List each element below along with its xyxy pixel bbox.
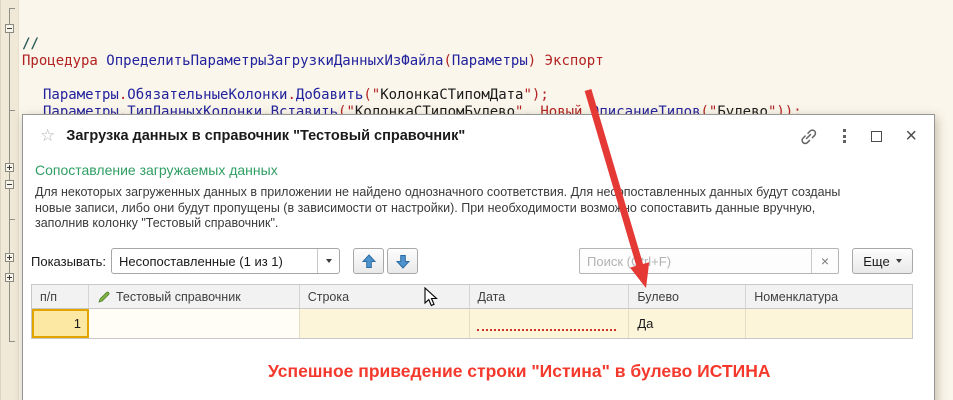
dialog-titlebar: ☆ Загрузка данных в справочник "Тестовый… [23, 115, 934, 157]
close-icon[interactable]: × [905, 129, 917, 143]
fold-collapse-icon[interactable] [5, 24, 14, 33]
empty-value-marker [477, 329, 617, 331]
mapping-table: п/п Тестовый справочник Строка Дата Буле… [31, 284, 913, 339]
maximize-icon[interactable] [871, 131, 882, 142]
show-label: Показывать: [31, 254, 106, 269]
fold-tick-icon [10, 8, 15, 9]
fold-expand-icon[interactable] [5, 253, 14, 262]
cell-data[interactable] [470, 309, 630, 338]
fold-tick-icon [10, 219, 15, 220]
cell-testref[interactable] [89, 309, 300, 338]
cell-nomenklatura[interactable] [746, 309, 912, 338]
search-box: × [579, 248, 839, 274]
fold-collapse-icon[interactable] [5, 180, 14, 189]
fold-expand-icon[interactable] [5, 163, 14, 172]
col-header-stroka[interactable]: Строка [300, 285, 470, 309]
fold-tick-icon [10, 110, 15, 111]
arrow-up-icon [362, 254, 376, 269]
move-up-button[interactable] [353, 248, 384, 274]
col-header-data[interactable]: Дата [470, 285, 630, 309]
more-button[interactable]: Еще [852, 248, 913, 274]
filter-value: Несопоставленные (1 из 1) [112, 254, 317, 269]
fold-line [9, 8, 10, 342]
cell-num[interactable]: 1 [32, 309, 89, 338]
description-line: Для некоторых загруженных данных в прило… [35, 185, 840, 201]
dropdown-arrow-icon[interactable] [317, 249, 339, 273]
data-load-dialog: ☆ Загрузка данных в справочник "Тестовый… [22, 114, 935, 400]
description-text: Для некоторых загруженных данных в прило… [35, 185, 840, 232]
more-button-label: Еще [863, 254, 889, 269]
dialog-title: Загрузка данных в справочник "Тестовый с… [66, 128, 465, 144]
col-header-nomenklatura[interactable]: Номенклатура [746, 285, 912, 309]
fold-expand-icon[interactable] [5, 273, 14, 282]
pencil-icon [97, 290, 111, 304]
fold-tick-icon [10, 341, 15, 342]
description-line: новые записи, либо они будут пропущены (… [35, 201, 840, 217]
toolbar: Показывать: Несопоставленные (1 из 1) × … [23, 248, 934, 276]
favorite-star-icon[interactable]: ☆ [40, 126, 55, 146]
table-row: 1 Да [32, 309, 912, 338]
code-lines: //Процедура ОпределитьПараметрыЗагрузкиД… [22, 36, 947, 121]
clear-search-icon[interactable]: × [811, 249, 838, 273]
cell-stroka[interactable] [300, 309, 470, 338]
filter-dropdown[interactable]: Несопоставленные (1 из 1) [111, 248, 340, 274]
description-line: заполнив колонку "Тестовый справочник". [35, 216, 840, 232]
cell-bulevo[interactable]: Да [629, 309, 746, 338]
more-menu-icon[interactable] [841, 127, 848, 145]
move-down-button[interactable] [387, 248, 418, 274]
annotation-text: Успешное приведение строки "Истина" в бу… [268, 361, 770, 382]
col-header-bulevo[interactable]: Булево [629, 285, 746, 309]
table-header-row: п/п Тестовый справочник Строка Дата Буле… [32, 285, 912, 309]
link-icon[interactable] [799, 127, 818, 146]
arrow-down-icon [396, 254, 410, 269]
section-title: Сопоставление загружаемых данных [35, 162, 278, 178]
search-input[interactable] [580, 254, 811, 269]
code-folding-gutter [0, 0, 19, 400]
dropdown-arrow-icon [896, 259, 902, 263]
col-header-num[interactable]: п/п [32, 285, 89, 309]
col-header-testref[interactable]: Тестовый справочник [89, 285, 300, 309]
